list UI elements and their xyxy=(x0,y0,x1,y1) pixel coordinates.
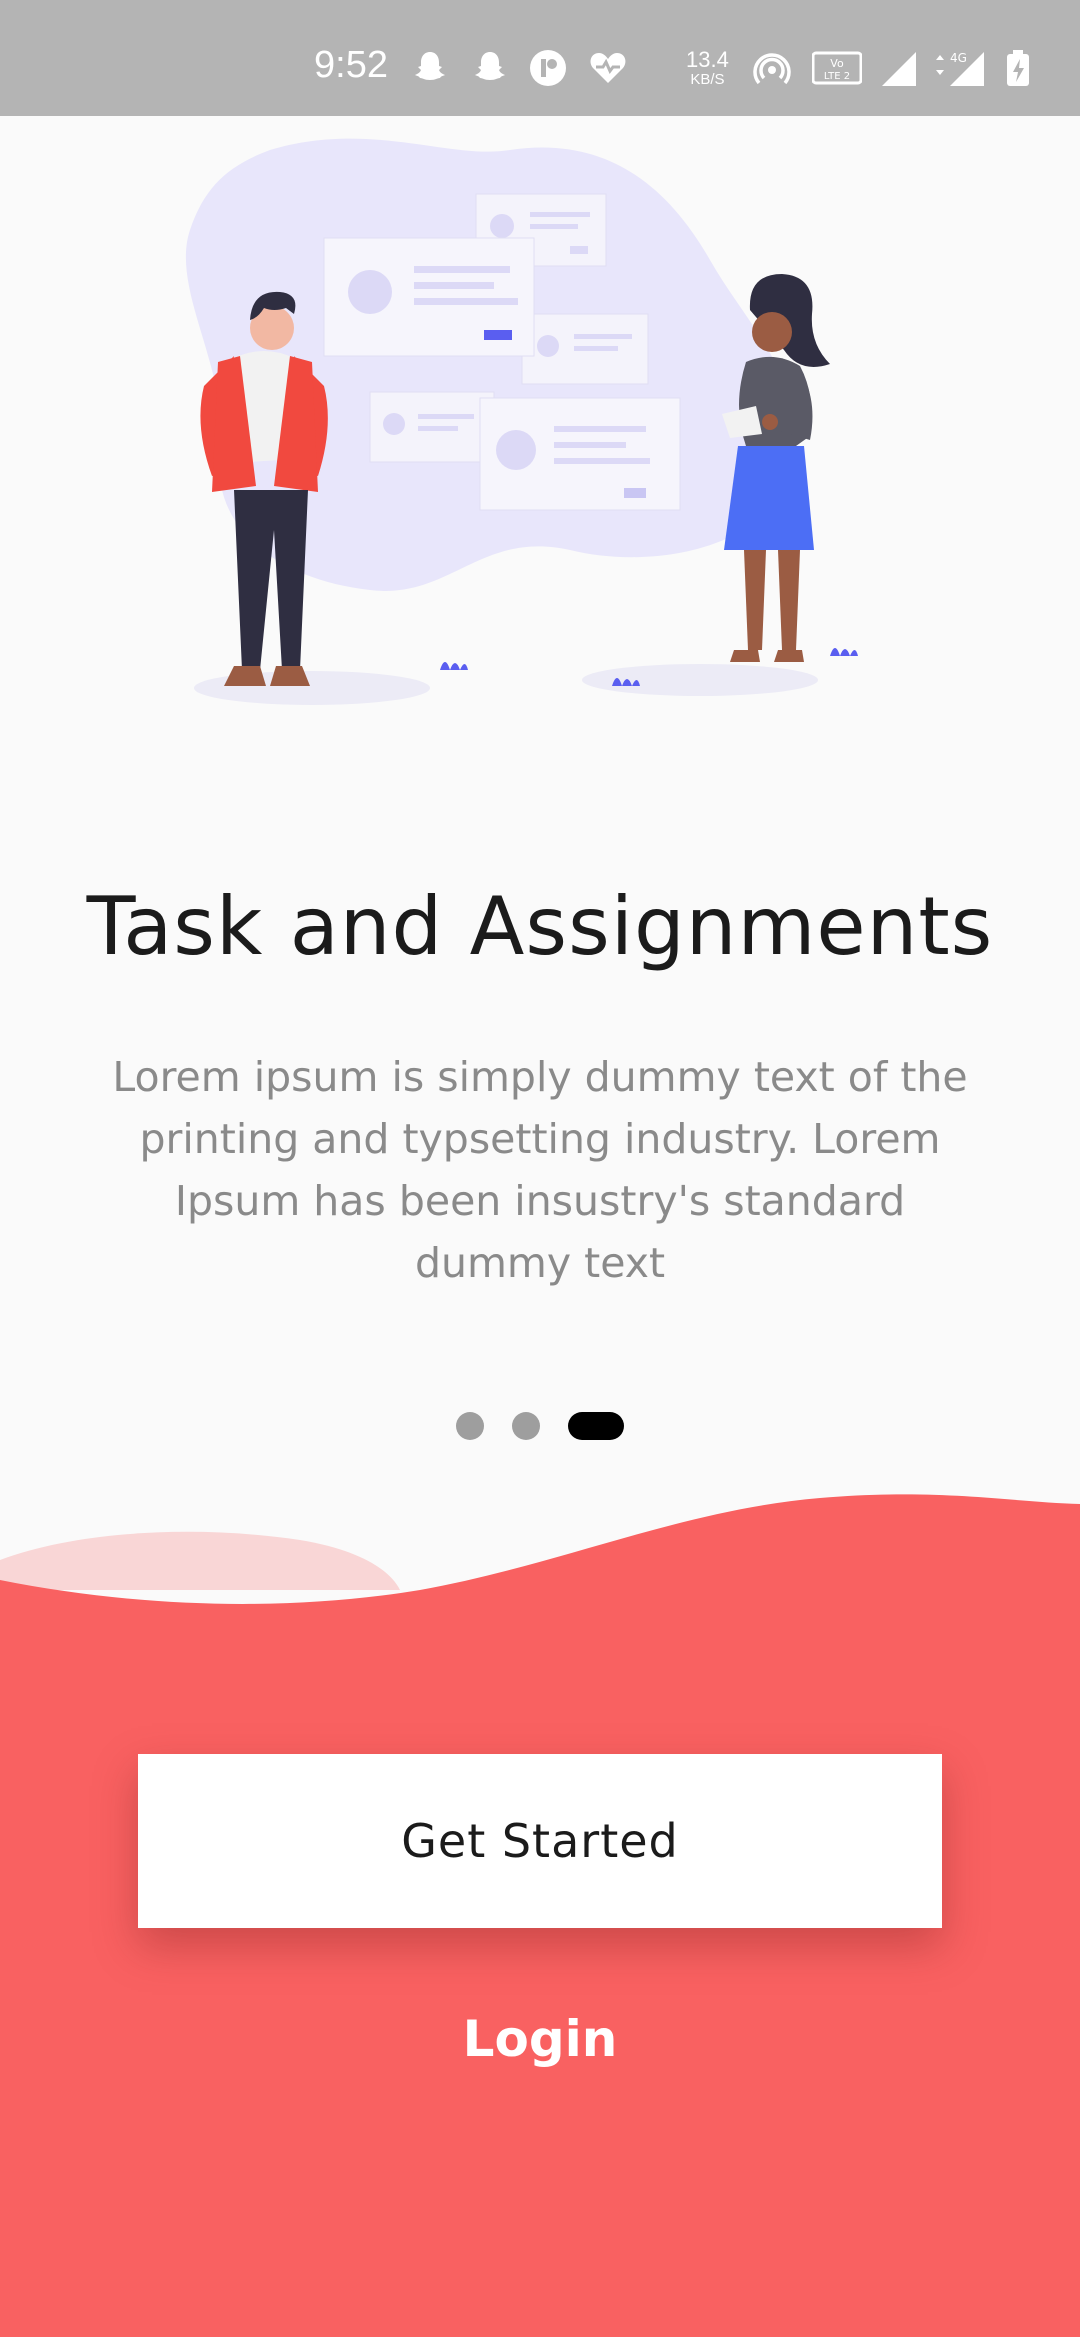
heart-icon xyxy=(590,53,626,83)
ui-card xyxy=(479,397,681,511)
page-indicator xyxy=(0,1412,1080,1442)
volte-label-top: Vo xyxy=(830,57,844,70)
page-dot-3-active[interactable] xyxy=(568,1412,624,1440)
onboarding-title: Task and Assignments xyxy=(86,880,994,973)
ui-card xyxy=(369,391,495,463)
hotspot-icon xyxy=(753,53,791,85)
onboarding-description: Lorem ipsum is simply dummy text of the … xyxy=(112,1053,968,1287)
page-dot-1[interactable] xyxy=(456,1412,484,1440)
page-dot-2[interactable] xyxy=(512,1412,540,1440)
volte-label-bottom: LTE 2 xyxy=(824,71,850,82)
status-bar: 9:52 13.4 KB/S Vo LTE 2 4G xyxy=(0,0,1080,116)
login-link[interactable]: Login xyxy=(0,2010,1080,2068)
ui-card xyxy=(521,313,649,385)
network-speed-unit: KB/S xyxy=(690,71,725,88)
snapchat-icon xyxy=(415,52,445,80)
battery-charging-icon xyxy=(1007,50,1029,86)
network-type-label: 4G xyxy=(950,51,967,65)
volte-icon: Vo LTE 2 xyxy=(812,51,862,85)
signal-4g-icon: 4G xyxy=(936,51,984,86)
signal-icon xyxy=(882,52,916,86)
network-speed-value: 13.4 xyxy=(686,47,729,72)
ui-card xyxy=(323,237,535,357)
status-time: 9:52 xyxy=(314,44,388,86)
onboarding-illustration xyxy=(185,138,858,705)
get-started-button[interactable]: Get Started xyxy=(138,1754,942,1928)
snapchat-icon xyxy=(475,52,505,80)
network-speed: 13.4 KB/S xyxy=(686,47,729,90)
app-icon xyxy=(530,50,566,86)
